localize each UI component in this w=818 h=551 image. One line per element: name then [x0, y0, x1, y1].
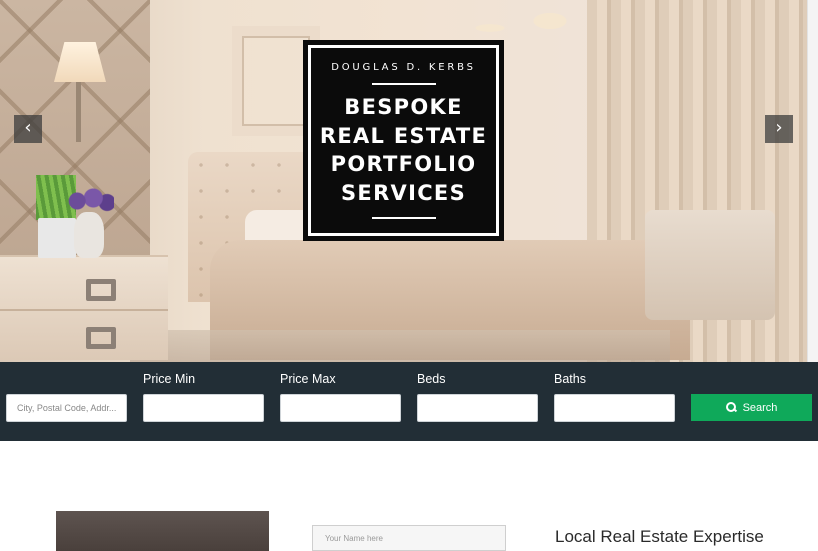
agent-photo — [56, 511, 269, 551]
drawer-handle — [86, 279, 116, 301]
price-min-label: Price Min — [143, 372, 196, 386]
logo-title-line: PORTFOLIO — [330, 152, 477, 176]
search-button-label: Search — [742, 401, 778, 414]
section-heading: Local Real Estate Expertise — [555, 527, 764, 546]
intro-section: Local Real Estate Expertise — [0, 441, 818, 551]
flowers — [68, 186, 114, 216]
logo-title: BESPOKE REAL ESTATE PORTFOLIO SERVICES — [320, 93, 487, 207]
search-button[interactable]: Search — [691, 394, 812, 421]
logo-divider — [371, 217, 436, 219]
price-min-input[interactable] — [143, 394, 264, 422]
beds-label: Beds — [417, 372, 446, 386]
chevron-left-icon: ‹ — [24, 117, 32, 138]
vase — [74, 212, 104, 258]
baths-label: Baths — [554, 372, 586, 386]
logo-title-line: SERVICES — [341, 180, 466, 205]
price-max-input[interactable] — [280, 394, 401, 422]
brand-logo: DOUGLAS D. KERBS BESPOKE REAL ESTATE POR… — [303, 40, 504, 241]
logo-agent-name: DOUGLAS D. KERBS — [331, 62, 476, 73]
search-icon — [725, 402, 737, 413]
location-search-input[interactable] — [6, 394, 127, 422]
logo-divider — [371, 83, 436, 85]
logo-title-line: REAL ESTATE — [319, 123, 488, 148]
name-input[interactable] — [312, 525, 506, 551]
plant-pot — [38, 218, 76, 258]
slider-prev-button[interactable]: ‹ — [14, 115, 42, 143]
baths-input[interactable] — [554, 394, 675, 422]
property-search-bar: Price Min Price Max Beds Baths Search — [0, 362, 818, 441]
logo-title-line: BESPOKE — [344, 95, 463, 119]
chevron-right-icon: › — [775, 117, 783, 138]
slider-next-button[interactable]: › — [765, 115, 793, 143]
logo-frame: DOUGLAS D. KERBS BESPOKE REAL ESTATE POR… — [308, 45, 499, 236]
drawer-handle — [86, 327, 116, 349]
price-max-label: Price Max — [280, 372, 336, 386]
armchair — [645, 210, 775, 320]
hero-slider: DOUGLAS D. KERBS BESPOKE REAL ESTATE POR… — [0, 0, 818, 362]
nightstand — [0, 255, 168, 360]
scrollbar[interactable] — [807, 0, 818, 362]
beds-input[interactable] — [417, 394, 538, 422]
lamp-arm — [76, 82, 81, 142]
rug — [130, 330, 670, 362]
